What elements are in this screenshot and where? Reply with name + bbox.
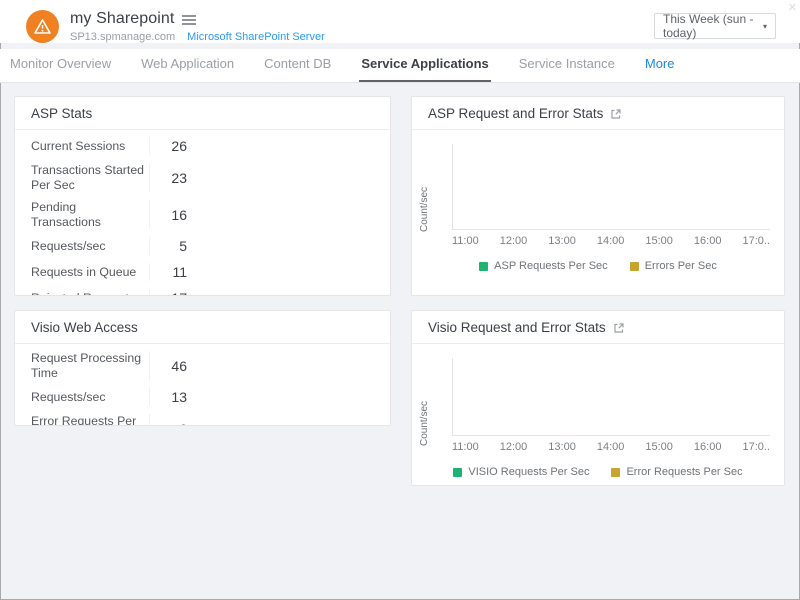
menu-icon[interactable] (182, 12, 196, 26)
stat-value: 16 (149, 200, 187, 229)
x-axis-tick: 16:00 (694, 441, 722, 453)
asp-chart-panel: ASP Request and Error Stats Count/sec (411, 96, 785, 296)
stat-row: Request Processing Time 46 (15, 347, 390, 384)
time-range-select[interactable]: This Week (sun - today) ▾ (654, 13, 776, 39)
stat-label: Requests/sec (31, 239, 149, 254)
stat-row: Rejected Requests 17 (15, 285, 390, 296)
page-title: my Sharepoint (70, 10, 174, 28)
x-axis-tick: 11:00 (452, 441, 479, 453)
stat-label: Error Requests Per Sec (31, 414, 149, 426)
monitor-type-link[interactable]: Microsoft SharePoint Server (187, 31, 325, 43)
panel-title: ASP Stats (15, 97, 390, 130)
legend-swatch-icon (453, 468, 462, 477)
tab-web-application[interactable]: Web Application (139, 49, 236, 82)
tab-monitor-overview[interactable]: Monitor Overview (8, 49, 113, 82)
stat-label: Requests/sec (31, 390, 149, 405)
stat-value: 23 (149, 163, 187, 192)
stat-label: Pending Transactions (31, 200, 149, 229)
stat-label: Rejected Requests (31, 291, 149, 296)
external-link-icon[interactable] (610, 108, 622, 120)
tab-service-instance[interactable]: Service Instance (517, 49, 617, 82)
stat-value: 13 (149, 388, 187, 406)
stat-label: Requests in Queue (31, 265, 149, 280)
legend-swatch-icon (479, 262, 488, 271)
stat-value: 6 (149, 414, 187, 426)
x-axis-tick: 11:00 (452, 235, 479, 247)
stat-value: 5 (149, 237, 187, 255)
y-axis-label: Count/sec (419, 360, 430, 446)
x-axis-tick: 12:00 (500, 441, 528, 453)
legend-item[interactable]: VISIO Requests Per Sec (453, 466, 589, 478)
chart-canvas[interactable] (452, 358, 770, 436)
stat-value: 46 (149, 351, 187, 380)
y-axis-label: Count/sec (419, 146, 430, 232)
stat-rows: Current Sessions 26 Transactions Started… (15, 130, 390, 296)
warning-icon (26, 10, 59, 43)
stat-rows: Request Processing Time 46 Requests/sec … (15, 344, 390, 426)
legend-swatch-icon (611, 468, 620, 477)
x-axis: 11:00 12:00 13:00 14:00 15:00 16:00 17:0.. (452, 436, 770, 453)
x-axis-tick: 15:00 (645, 441, 673, 453)
chart-legend: VISIO Requests Per Sec Error Requests Per… (426, 466, 770, 478)
x-axis-tick: 14:00 (597, 235, 625, 247)
stat-row: Error Requests Per Sec 6 (15, 410, 390, 426)
stat-value: 11 (149, 263, 187, 281)
stat-label: Request Processing Time (31, 351, 149, 380)
stat-row: Current Sessions 26 (15, 133, 390, 159)
legend-label: ASP Requests Per Sec (494, 260, 608, 272)
chart-canvas[interactable] (452, 144, 770, 230)
left-column: ASP Stats Current Sessions 26 Transactio… (14, 96, 391, 486)
tab-service-applications[interactable]: Service Applications (359, 49, 490, 82)
time-range-value: This Week (sun - today) (663, 12, 763, 40)
app-window: ✕ my Sharepoint (0, 0, 800, 600)
external-link-icon[interactable] (613, 322, 625, 334)
x-axis-tick: 16:00 (694, 235, 722, 247)
x-axis-tick: 17:0.. (742, 235, 770, 247)
right-column: ASP Request and Error Stats Count/sec (411, 96, 785, 486)
x-axis-tick: 17:0.. (742, 441, 770, 453)
tab-content-db[interactable]: Content DB (262, 49, 333, 82)
panel-title: Visio Web Access (15, 311, 390, 344)
stat-value: 26 (149, 137, 187, 155)
chart-body: Count/sec 11:00 12:00 13:00 14:00 15:00 16:00… (412, 344, 784, 478)
panel-title: Visio Request and Error Stats (428, 320, 606, 335)
visio-chart-panel: Visio Request and Error Stats Count/sec (411, 310, 785, 486)
chart-legend: ASP Requests Per Sec Errors Per Sec (426, 260, 770, 272)
x-axis-tick: 14:00 (597, 441, 625, 453)
legend-item[interactable]: ASP Requests Per Sec (479, 260, 608, 272)
header: ✕ my Sharepoint (0, 0, 800, 43)
x-axis-tick: 15:00 (645, 235, 673, 247)
legend-label: Error Requests Per Sec (626, 466, 742, 478)
stat-row: Transactions Started Per Sec 23 (15, 159, 390, 196)
chart-body: Count/sec 11:00 12:00 13:00 14:00 15:00 16:00… (412, 130, 784, 272)
x-axis-tick: 12:00 (500, 235, 528, 247)
x-axis: 11:00 12:00 13:00 14:00 15:00 16:00 17:0.. (452, 230, 770, 247)
stat-row: Pending Transactions 16 (15, 196, 390, 233)
legend-item[interactable]: Errors Per Sec (630, 260, 717, 272)
visio-web-access-panel: Visio Web Access Request Processing Time… (14, 310, 391, 426)
stat-label: Transactions Started Per Sec (31, 163, 149, 192)
legend-swatch-icon (630, 262, 639, 271)
stat-row: Requests/sec 13 (15, 384, 390, 410)
tab-more[interactable]: More (643, 49, 677, 82)
close-icon[interactable]: ✕ (788, 1, 797, 14)
x-axis-tick: 13:00 (548, 441, 576, 453)
tab-bar: Monitor Overview Web Application Content… (0, 49, 800, 83)
stat-row: Requests in Queue 11 (15, 259, 390, 285)
legend-label: VISIO Requests Per Sec (468, 466, 589, 478)
x-axis-tick: 13:00 (548, 235, 576, 247)
chevron-down-icon: ▾ (763, 22, 767, 31)
stat-row: Requests/sec 5 (15, 233, 390, 259)
host-name: SP13.spmanage.com (70, 31, 175, 43)
legend-item[interactable]: Error Requests Per Sec (611, 466, 742, 478)
legend-label: Errors Per Sec (645, 260, 717, 272)
stat-label: Current Sessions (31, 139, 149, 154)
dashboard-content: ASP Stats Current Sessions 26 Transactio… (0, 83, 800, 486)
asp-stats-panel: ASP Stats Current Sessions 26 Transactio… (14, 96, 391, 296)
stat-value: 17 (149, 289, 187, 296)
panel-title: ASP Request and Error Stats (428, 106, 603, 121)
